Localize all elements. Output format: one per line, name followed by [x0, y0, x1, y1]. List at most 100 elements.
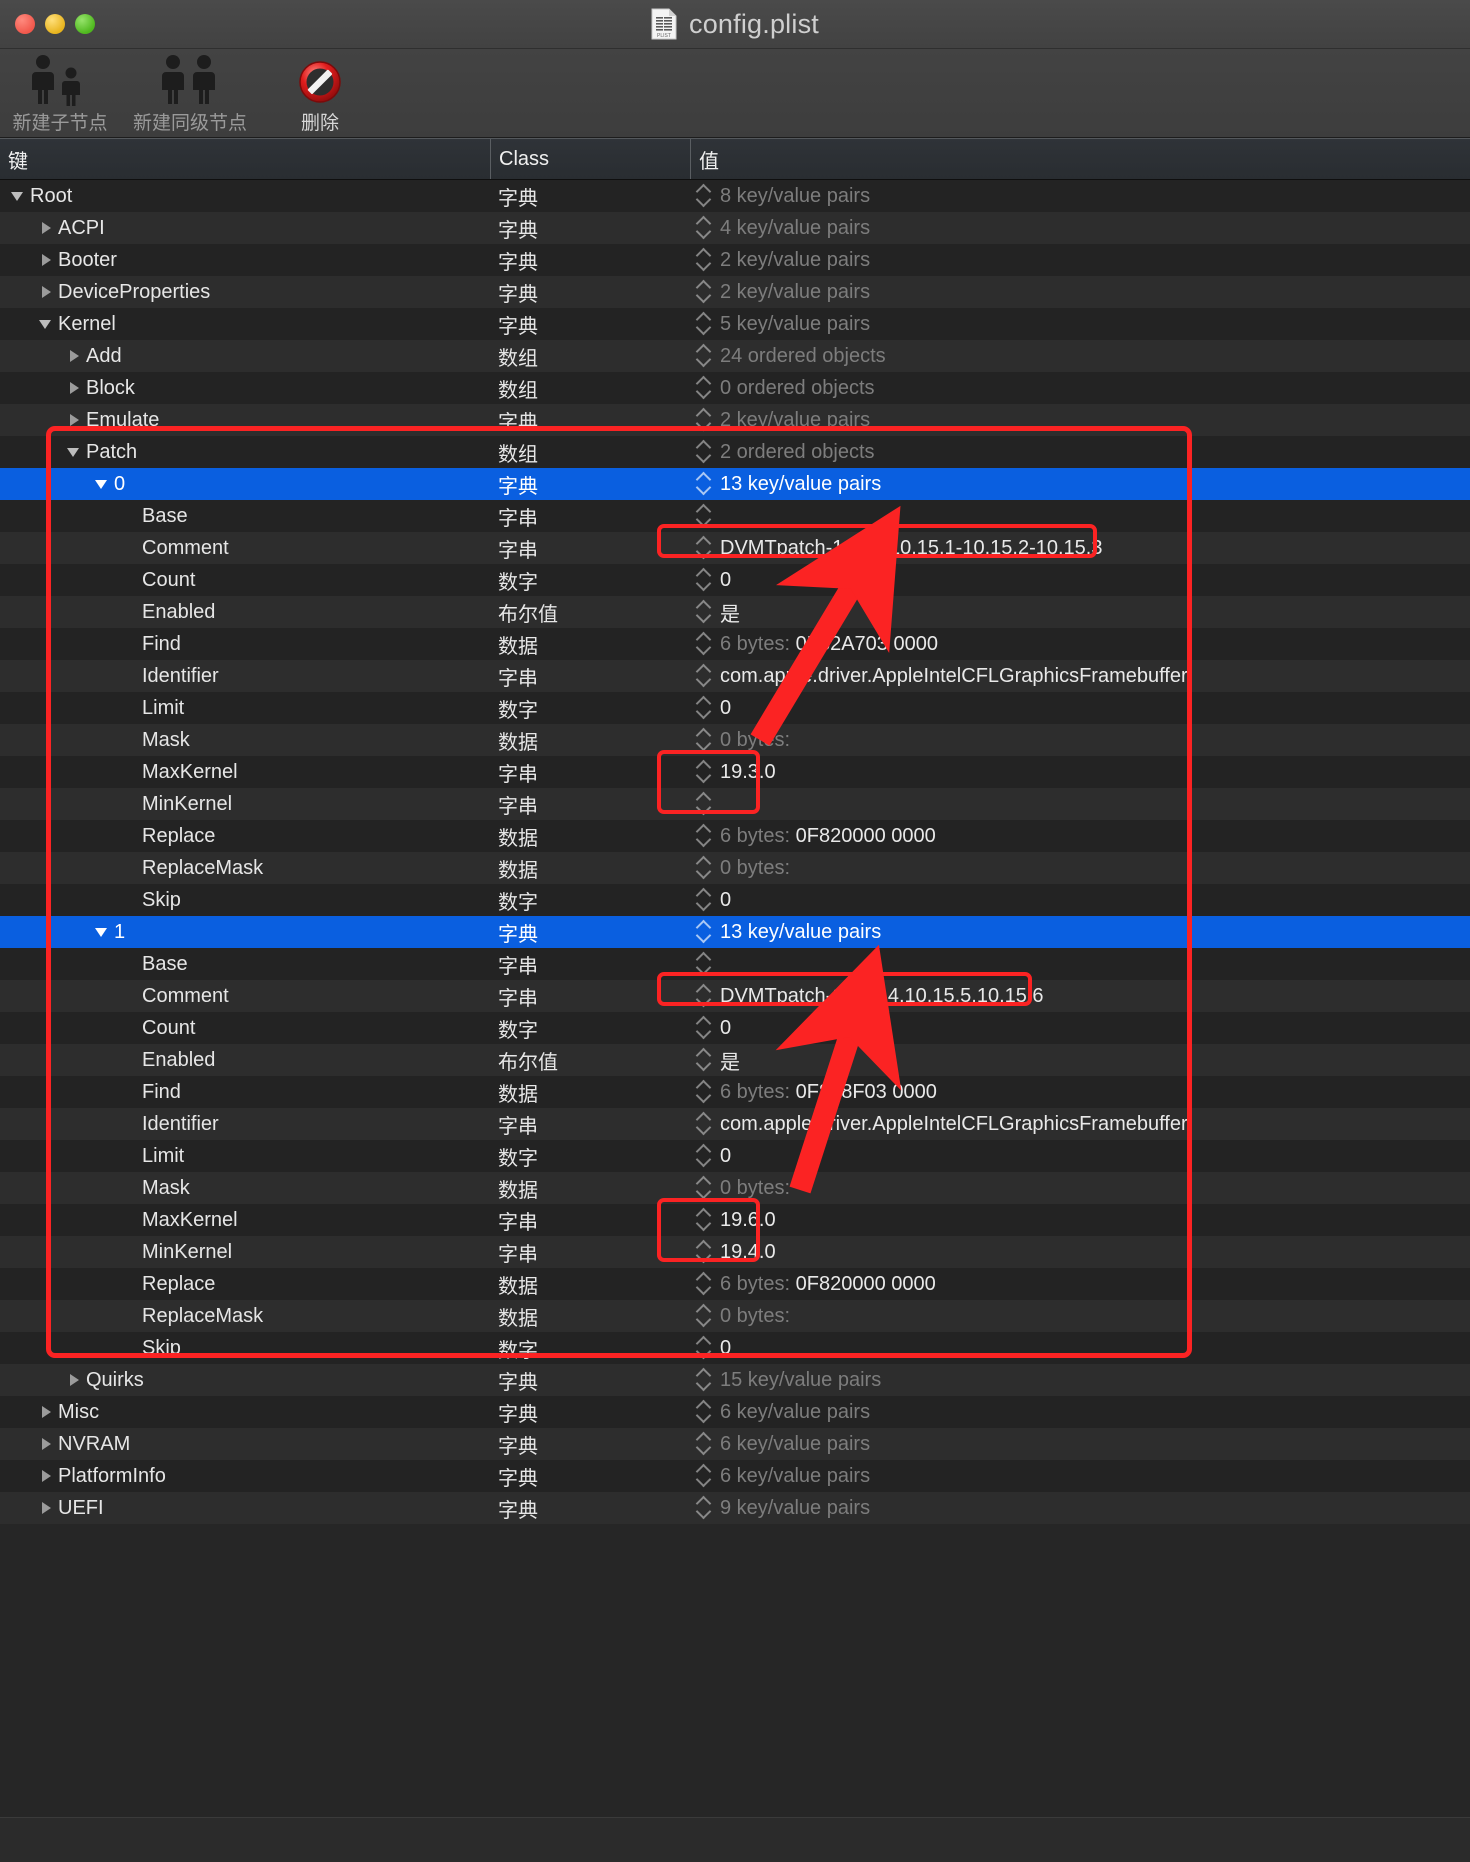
row-key-cell[interactable]: DeviceProperties [0, 276, 490, 308]
value-stepper-icon[interactable] [698, 889, 711, 911]
row-key-cell[interactable]: Limit [0, 1140, 490, 1172]
row-value-cell[interactable]: 9 key/value pairs [690, 1492, 1470, 1524]
value-stepper-icon[interactable] [698, 1209, 711, 1231]
table-row[interactable]: PlatformInfo 字典 6 key/value pairs [0, 1460, 1470, 1492]
table-row[interactable]: Identifier 字串 com.apple.driver.AppleIntelC… [0, 660, 1470, 692]
value-stepper-icon[interactable] [698, 921, 711, 943]
row-key-cell[interactable]: MinKernel [0, 788, 490, 820]
value-stepper-icon[interactable] [698, 1337, 711, 1359]
row-class-cell[interactable]: 数据 [490, 820, 690, 852]
value-stepper-icon[interactable] [698, 409, 711, 431]
chevron-down-icon[interactable] [10, 188, 26, 204]
value-stepper-icon[interactable] [698, 1177, 711, 1199]
row-class-cell[interactable]: 数组 [490, 340, 690, 372]
row-class-cell[interactable]: 字典 [490, 1428, 690, 1460]
value-stepper-icon[interactable] [698, 761, 711, 783]
table-row[interactable]: Limit 数字 0 [0, 692, 1470, 724]
value-stepper-icon[interactable] [698, 473, 711, 495]
row-value-cell[interactable]: 13 key/value pairs [690, 468, 1470, 500]
row-value-cell[interactable]: 0 [690, 692, 1470, 724]
row-class-cell[interactable]: 数字 [490, 1012, 690, 1044]
value-stepper-icon[interactable] [698, 505, 711, 527]
row-key-cell[interactable]: Count [0, 1012, 490, 1044]
close-button[interactable] [15, 14, 35, 34]
row-key-cell[interactable]: 0 [0, 468, 490, 500]
row-value-cell[interactable]: 19.3.0 [690, 756, 1470, 788]
row-key-cell[interactable]: MaxKernel [0, 756, 490, 788]
value-stepper-icon[interactable] [698, 1305, 711, 1327]
row-class-cell[interactable]: 字典 [490, 1396, 690, 1428]
row-key-cell[interactable]: NVRAM [0, 1428, 490, 1460]
table-row[interactable]: Skip 数字 0 [0, 884, 1470, 916]
row-class-cell[interactable]: 字典 [490, 212, 690, 244]
row-value-cell[interactable]: 0 bytes: [690, 852, 1470, 884]
row-key-cell[interactable]: Mask [0, 724, 490, 756]
row-key-cell[interactable]: UEFI [0, 1492, 490, 1524]
value-stepper-icon[interactable] [698, 1049, 711, 1071]
row-class-cell[interactable]: 布尔值 [490, 1044, 690, 1076]
value-stepper-icon[interactable] [698, 985, 711, 1007]
value-stepper-icon[interactable] [698, 281, 711, 303]
delete-button[interactable]: 删除 [268, 49, 372, 135]
row-key-cell[interactable]: Block [0, 372, 490, 404]
value-stepper-icon[interactable] [698, 249, 711, 271]
table-row[interactable]: Enabled 布尔值 是 [0, 596, 1470, 628]
row-class-cell[interactable]: 数字 [490, 564, 690, 596]
row-value-cell[interactable]: 是 [690, 596, 1470, 628]
row-class-cell[interactable]: 字典 [490, 1364, 690, 1396]
row-key-cell[interactable]: Find [0, 1076, 490, 1108]
row-class-cell[interactable]: 字串 [490, 1204, 690, 1236]
value-stepper-icon[interactable] [698, 217, 711, 239]
table-row[interactable]: Quirks 字典 15 key/value pairs [0, 1364, 1470, 1396]
row-value-cell[interactable]: 5 key/value pairs [690, 308, 1470, 340]
row-value-cell[interactable]: com.apple.driver.AppleIntelCFLGraphicsFr… [690, 1108, 1470, 1140]
row-value-cell[interactable]: 24 ordered objects [690, 340, 1470, 372]
row-class-cell[interactable]: 字典 [490, 1460, 690, 1492]
row-class-cell[interactable]: 数据 [490, 628, 690, 660]
row-class-cell[interactable]: 数据 [490, 852, 690, 884]
value-stepper-icon[interactable] [698, 377, 711, 399]
row-class-cell[interactable]: 数组 [490, 436, 690, 468]
row-value-cell[interactable]: 8 key/value pairs [690, 180, 1470, 212]
row-key-cell[interactable]: Misc [0, 1396, 490, 1428]
row-key-cell[interactable]: Emulate [0, 404, 490, 436]
row-key-cell[interactable]: Limit [0, 692, 490, 724]
row-class-cell[interactable]: 数据 [490, 1076, 690, 1108]
value-stepper-icon[interactable] [698, 793, 711, 815]
row-key-cell[interactable]: Mask [0, 1172, 490, 1204]
row-class-cell[interactable]: 字串 [490, 756, 690, 788]
row-class-cell[interactable]: 数字 [490, 884, 690, 916]
row-value-cell[interactable]: 6 key/value pairs [690, 1460, 1470, 1492]
row-value-cell[interactable]: 2 ordered objects [690, 436, 1470, 468]
value-stepper-icon[interactable] [698, 665, 711, 687]
table-row[interactable]: UEFI 字典 9 key/value pairs [0, 1492, 1470, 1524]
row-key-cell[interactable]: Patch [0, 436, 490, 468]
row-value-cell[interactable] [690, 788, 1470, 820]
table-row[interactable]: Root 字典 8 key/value pairs [0, 180, 1470, 212]
table-row[interactable]: ACPI 字典 4 key/value pairs [0, 212, 1470, 244]
row-value-cell[interactable]: 13 key/value pairs [690, 916, 1470, 948]
row-class-cell[interactable]: 数据 [490, 1300, 690, 1332]
table-row[interactable]: Mask 数据 0 bytes: [0, 724, 1470, 756]
chevron-down-icon[interactable] [66, 444, 82, 460]
row-value-cell[interactable]: 0 [690, 1332, 1470, 1364]
table-row[interactable]: Comment 字串 DVMTpatch-10.15.4,10.15.5,10.15… [0, 980, 1470, 1012]
row-key-cell[interactable]: Skip [0, 1332, 490, 1364]
value-stepper-icon[interactable] [698, 1113, 711, 1135]
row-value-cell[interactable]: 4 key/value pairs [690, 212, 1470, 244]
row-class-cell[interactable]: 数组 [490, 372, 690, 404]
minimize-button[interactable] [45, 14, 65, 34]
table-row[interactable]: Find 数据 6 bytes: 0F828F03 0000 [0, 1076, 1470, 1108]
row-key-cell[interactable]: Add [0, 340, 490, 372]
table-row[interactable]: Emulate 字典 2 key/value pairs [0, 404, 1470, 436]
row-class-cell[interactable]: 数字 [490, 1332, 690, 1364]
row-value-cell[interactable]: 0 [690, 564, 1470, 596]
row-class-cell[interactable]: 字典 [490, 308, 690, 340]
row-key-cell[interactable]: Booter [0, 244, 490, 276]
chevron-right-icon[interactable] [38, 1404, 54, 1420]
new-sibling-node-button[interactable]: 新建同级节点 [133, 49, 247, 135]
row-value-cell[interactable]: 6 bytes: 0F820000 0000 [690, 820, 1470, 852]
value-stepper-icon[interactable] [698, 1017, 711, 1039]
row-value-cell[interactable]: 6 key/value pairs [690, 1428, 1470, 1460]
row-value-cell[interactable]: 6 bytes: 0F828F03 0000 [690, 1076, 1470, 1108]
